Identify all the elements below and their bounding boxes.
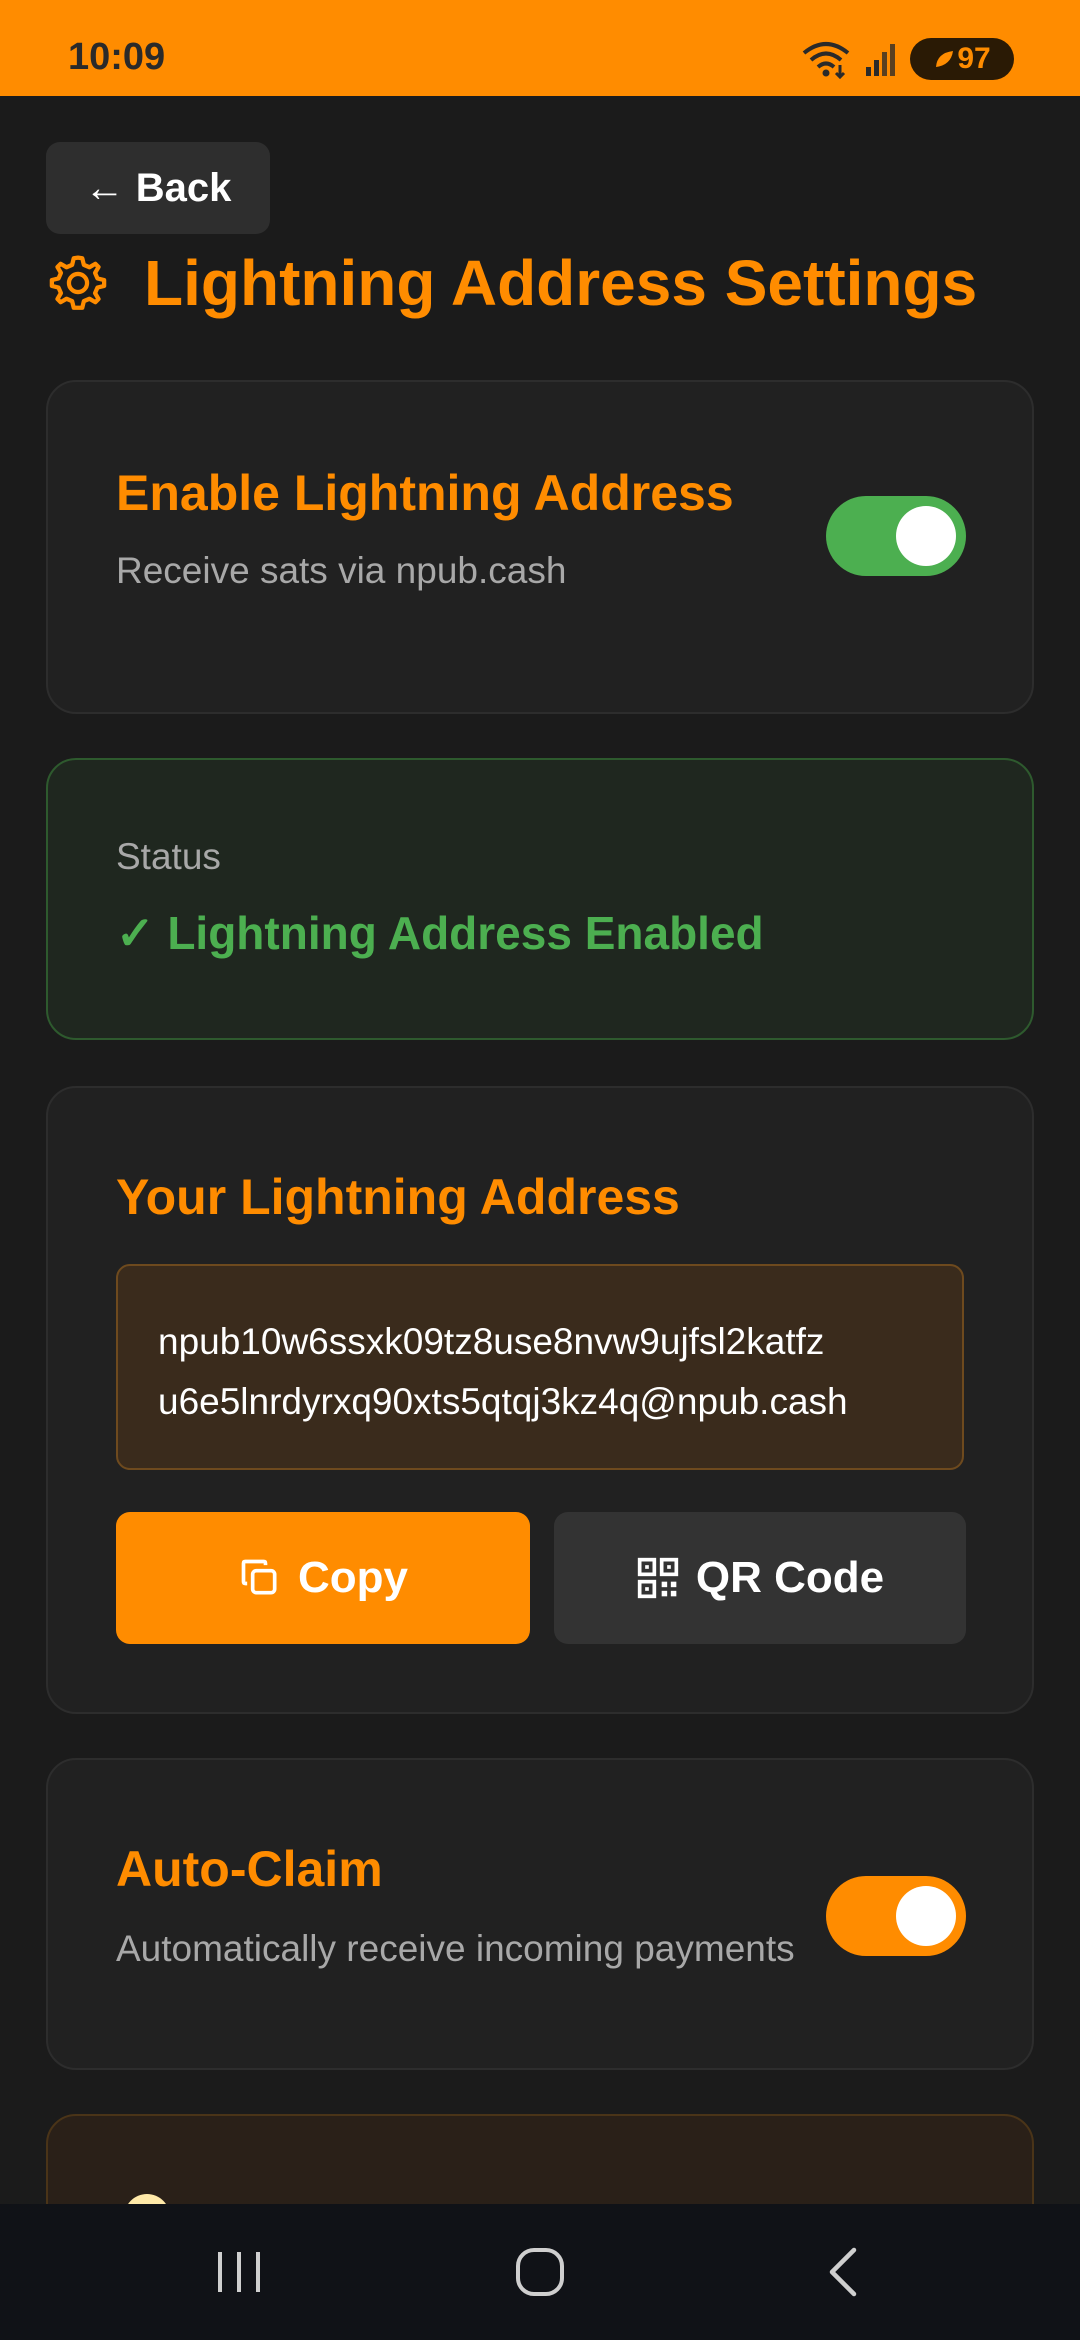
battery-level: 97 [957, 42, 991, 75]
enable-card-title: Enable Lightning Address [116, 465, 734, 521]
qr-code-button[interactable]: QR Code [554, 1512, 966, 1644]
signal-icon [866, 44, 895, 76]
status-time: 10:09 [68, 36, 166, 78]
enable-lightning-toggle[interactable] [826, 496, 966, 576]
status-label: Status [116, 836, 221, 877]
address-card-title: Your Lightning Address [116, 1169, 680, 1225]
recent-apps-icon[interactable] [214, 2244, 264, 2300]
lightning-address-card: Your Lightning Address npub10w6ssxk09tz8… [46, 1086, 1034, 1714]
address-line-1: npub10w6ssxk09tz8use8nvw9ujfsl2katfz [158, 1321, 825, 1362]
back-nav-icon[interactable] [822, 2244, 866, 2300]
page-title: Lightning Address Settings [144, 247, 978, 319]
lightning-address-field[interactable]: npub10w6ssxk09tz8use8nvw9ujfsl2katfz u6e… [116, 1264, 964, 1470]
auto-claim-title: Auto-Claim [116, 1841, 383, 1897]
auto-claim-toggle[interactable] [826, 1876, 966, 1956]
home-icon[interactable] [514, 2244, 566, 2300]
status-bar: 10:09 97 [0, 0, 1080, 96]
copy-button-label: Copy [298, 1553, 408, 1602]
back-button-label: ← Back [84, 165, 232, 210]
qr-code-icon [637, 1557, 679, 1599]
copy-icon [241, 1559, 277, 1595]
status-card: Status ✓ Lightning Address Enabled [46, 758, 1034, 1040]
toggle-knob [896, 1886, 956, 1946]
auto-claim-subtitle: Automatically receive incoming payments [116, 1928, 795, 1969]
status-icons: 97 [800, 38, 1014, 80]
enable-card-subtitle: Receive sats via npub.cash [116, 550, 567, 591]
enable-lightning-card: Enable Lightning Address Receive sats vi… [46, 380, 1034, 714]
battery-saver-icon [936, 51, 954, 67]
copy-button[interactable]: Copy [116, 1512, 530, 1644]
toggle-knob [896, 506, 956, 566]
address-line-2: u6e5lnrdyrxq90xts5qtqj3kz4q@npub.cash [158, 1381, 848, 1422]
system-nav-bar [0, 2204, 1080, 2340]
status-value: ✓ Lightning Address Enabled [116, 907, 764, 959]
page-header: Lightning Address Settings [46, 246, 977, 320]
wifi-icon [802, 42, 850, 79]
qr-code-button-label: QR Code [695, 1553, 885, 1602]
gear-icon [49, 255, 107, 310]
battery-icon: 97 [910, 38, 1014, 80]
back-button[interactable]: ← Back [46, 142, 270, 234]
auto-claim-card: Auto-Claim Automatically receive incomin… [46, 1758, 1034, 2070]
